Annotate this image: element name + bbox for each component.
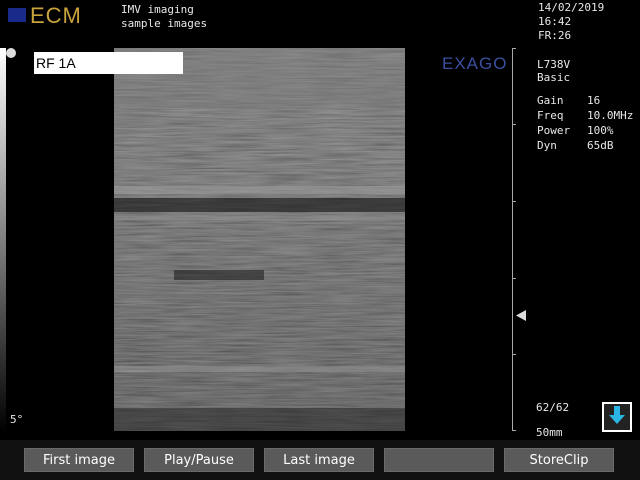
settings-panel: Gain 16 Freq 10.0MHz Power 100% Dyn 65dB bbox=[537, 93, 640, 153]
setting-key: Gain bbox=[537, 94, 564, 107]
store-clip-button[interactable]: StoreClip bbox=[504, 448, 614, 472]
ruler-tick bbox=[512, 278, 516, 279]
time-display: 16:42 bbox=[538, 15, 572, 28]
setting-row-dyn: Dyn 65dB bbox=[537, 138, 640, 153]
ruler-tick bbox=[512, 201, 516, 202]
date-display: 14/02/2019 bbox=[538, 1, 605, 14]
setting-value: 10.0MHz bbox=[587, 109, 634, 122]
brand-logo: ECM bbox=[30, 3, 82, 28]
ruler-tick bbox=[512, 48, 516, 49]
ultrasound-image[interactable] bbox=[114, 48, 405, 431]
grayscale-bar bbox=[0, 48, 6, 432]
empty-button[interactable] bbox=[384, 448, 494, 472]
ecm-logo-icon bbox=[8, 8, 26, 22]
focus-dot-icon bbox=[6, 48, 16, 58]
first-image-button[interactable]: First image bbox=[24, 448, 134, 472]
depth-indicator: 50mm bbox=[536, 426, 563, 439]
exago-watermark: EXAGO bbox=[442, 54, 508, 73]
ultrasound-texture bbox=[114, 48, 405, 431]
setting-row-freq: Freq 10.0MHz bbox=[537, 108, 640, 123]
frame-rate-display: FR:26 bbox=[538, 29, 572, 42]
ruler-tick bbox=[512, 354, 516, 355]
setting-key: Dyn bbox=[537, 139, 557, 152]
setting-key: Freq bbox=[537, 109, 564, 122]
depth-ruler bbox=[512, 48, 513, 431]
ruler-tick bbox=[512, 430, 516, 431]
image-label-input[interactable]: RF 1A bbox=[34, 52, 183, 74]
setting-value: 100% bbox=[587, 124, 614, 137]
ruler-tick bbox=[512, 124, 516, 125]
play-pause-button[interactable]: Play/Pause bbox=[144, 448, 254, 472]
probe-preset: Basic bbox=[537, 71, 571, 84]
angle-indicator: 5° bbox=[10, 413, 24, 426]
setting-value: 65dB bbox=[587, 139, 614, 152]
setting-row-gain: Gain 16 bbox=[537, 93, 640, 108]
focus-marker-icon[interactable] bbox=[515, 310, 527, 322]
download-arrow-icon[interactable] bbox=[602, 402, 632, 432]
setting-row-power: Power 100% bbox=[537, 123, 640, 138]
setting-value: 16 bbox=[587, 94, 601, 107]
last-image-button[interactable]: Last image bbox=[264, 448, 374, 472]
header-line-1: IMV imaging bbox=[121, 3, 194, 16]
frame-counter: 62/62 bbox=[536, 401, 570, 414]
setting-key: Power bbox=[537, 124, 571, 137]
header-line-2: sample images bbox=[121, 17, 208, 30]
